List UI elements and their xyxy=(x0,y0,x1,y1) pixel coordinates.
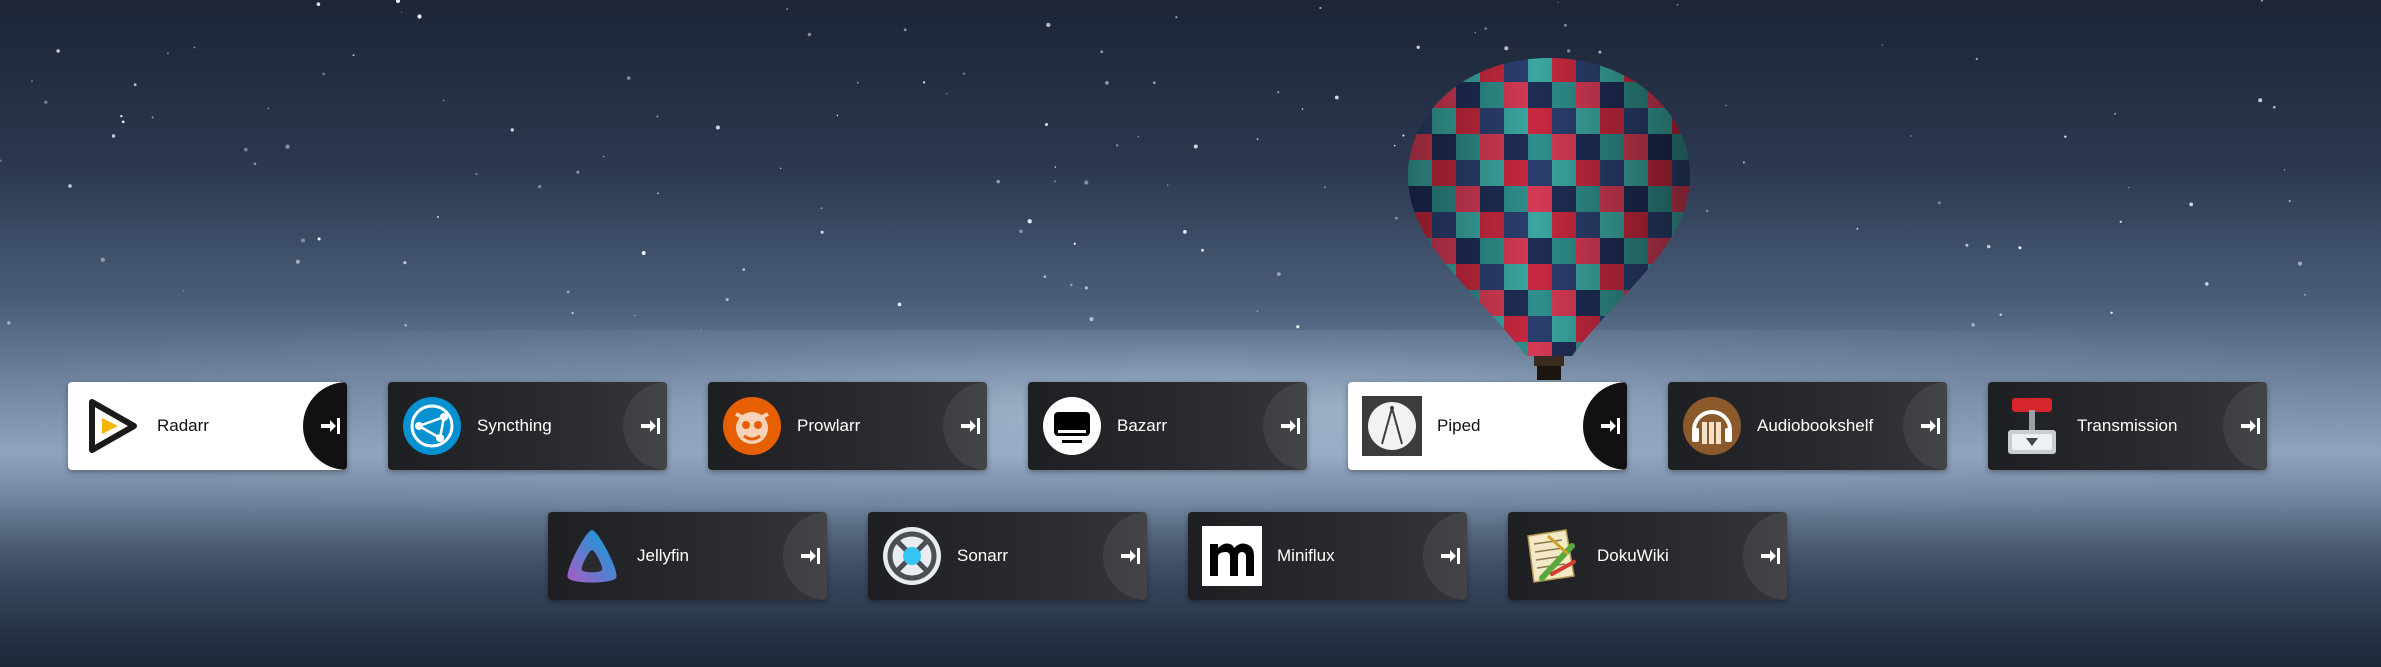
launch-button[interactable] xyxy=(1583,382,1627,470)
launch-arrow-icon xyxy=(801,548,820,564)
tile-title: Transmission xyxy=(2077,416,2178,435)
tile-title: Jellyfin xyxy=(637,546,689,565)
piped-icon xyxy=(1362,396,1422,456)
tile-title: Prowlarr xyxy=(797,416,861,435)
tile-title: DokuWiki xyxy=(1597,546,1669,565)
launch-button[interactable] xyxy=(1263,382,1307,470)
tile-transmission[interactable]: Transmission xyxy=(1988,382,2267,470)
tile-audiobookshelf[interactable]: Audiobookshelf xyxy=(1668,382,1947,470)
tile-dokuwiki[interactable]: DokuWiki xyxy=(1508,512,1787,600)
tile-title: Bazarr xyxy=(1117,416,1168,435)
sonarr-icon xyxy=(882,526,942,586)
launch-button[interactable] xyxy=(623,382,667,470)
launch-arrow-icon xyxy=(1601,418,1620,434)
tile-radarr[interactable]: Radarr xyxy=(68,382,347,470)
launch-arrow-icon xyxy=(641,418,660,434)
tile-title: Sonarr xyxy=(957,546,1009,565)
tile-prowlarr[interactable]: Prowlarr xyxy=(708,382,987,470)
launch-arrow-icon xyxy=(321,418,340,434)
jellyfin-icon xyxy=(562,526,622,586)
miniflux-icon xyxy=(1202,526,1262,586)
tile-bazarr[interactable]: Bazarr xyxy=(1028,382,1307,470)
audiobookshelf-icon xyxy=(1682,396,1742,456)
prowlarr-icon xyxy=(722,396,782,456)
launch-button[interactable] xyxy=(303,382,347,470)
transmission-icon xyxy=(2002,396,2062,456)
launch-arrow-icon xyxy=(1281,418,1300,434)
launch-arrow-icon xyxy=(2241,418,2260,434)
tile-title: Audiobookshelf xyxy=(1757,416,1874,435)
radarr-icon xyxy=(82,396,142,456)
launch-button[interactable] xyxy=(1903,382,1947,470)
launch-arrow-icon xyxy=(961,418,980,434)
launch-arrow-icon xyxy=(1761,548,1780,564)
launch-arrow-icon xyxy=(1441,548,1460,564)
tile-title: Miniflux xyxy=(1277,546,1335,565)
dokuwiki-icon xyxy=(1522,526,1582,586)
syncthing-icon xyxy=(402,396,462,456)
tile-title: Radarr xyxy=(157,416,209,435)
tile-miniflux[interactable]: Miniflux xyxy=(1188,512,1467,600)
launch-arrow-icon xyxy=(1921,418,1940,434)
launch-button[interactable] xyxy=(943,382,987,470)
launch-button[interactable] xyxy=(1103,512,1147,600)
bazarr-icon xyxy=(1042,396,1102,456)
launch-button[interactable] xyxy=(783,512,827,600)
tile-sonarr[interactable]: Sonarr xyxy=(868,512,1147,600)
hot-air-balloon xyxy=(1408,58,1690,380)
launch-arrow-icon xyxy=(1121,548,1140,564)
launch-button[interactable] xyxy=(2223,382,2267,470)
launch-button[interactable] xyxy=(1423,512,1467,600)
tile-title: Syncthing xyxy=(477,416,552,435)
tile-jellyfin[interactable]: Jellyfin xyxy=(548,512,827,600)
launch-button[interactable] xyxy=(1743,512,1787,600)
tile-piped[interactable]: Piped xyxy=(1348,382,1627,470)
tile-title: Piped xyxy=(1437,416,1481,435)
tile-syncthing[interactable]: Syncthing xyxy=(388,382,667,470)
